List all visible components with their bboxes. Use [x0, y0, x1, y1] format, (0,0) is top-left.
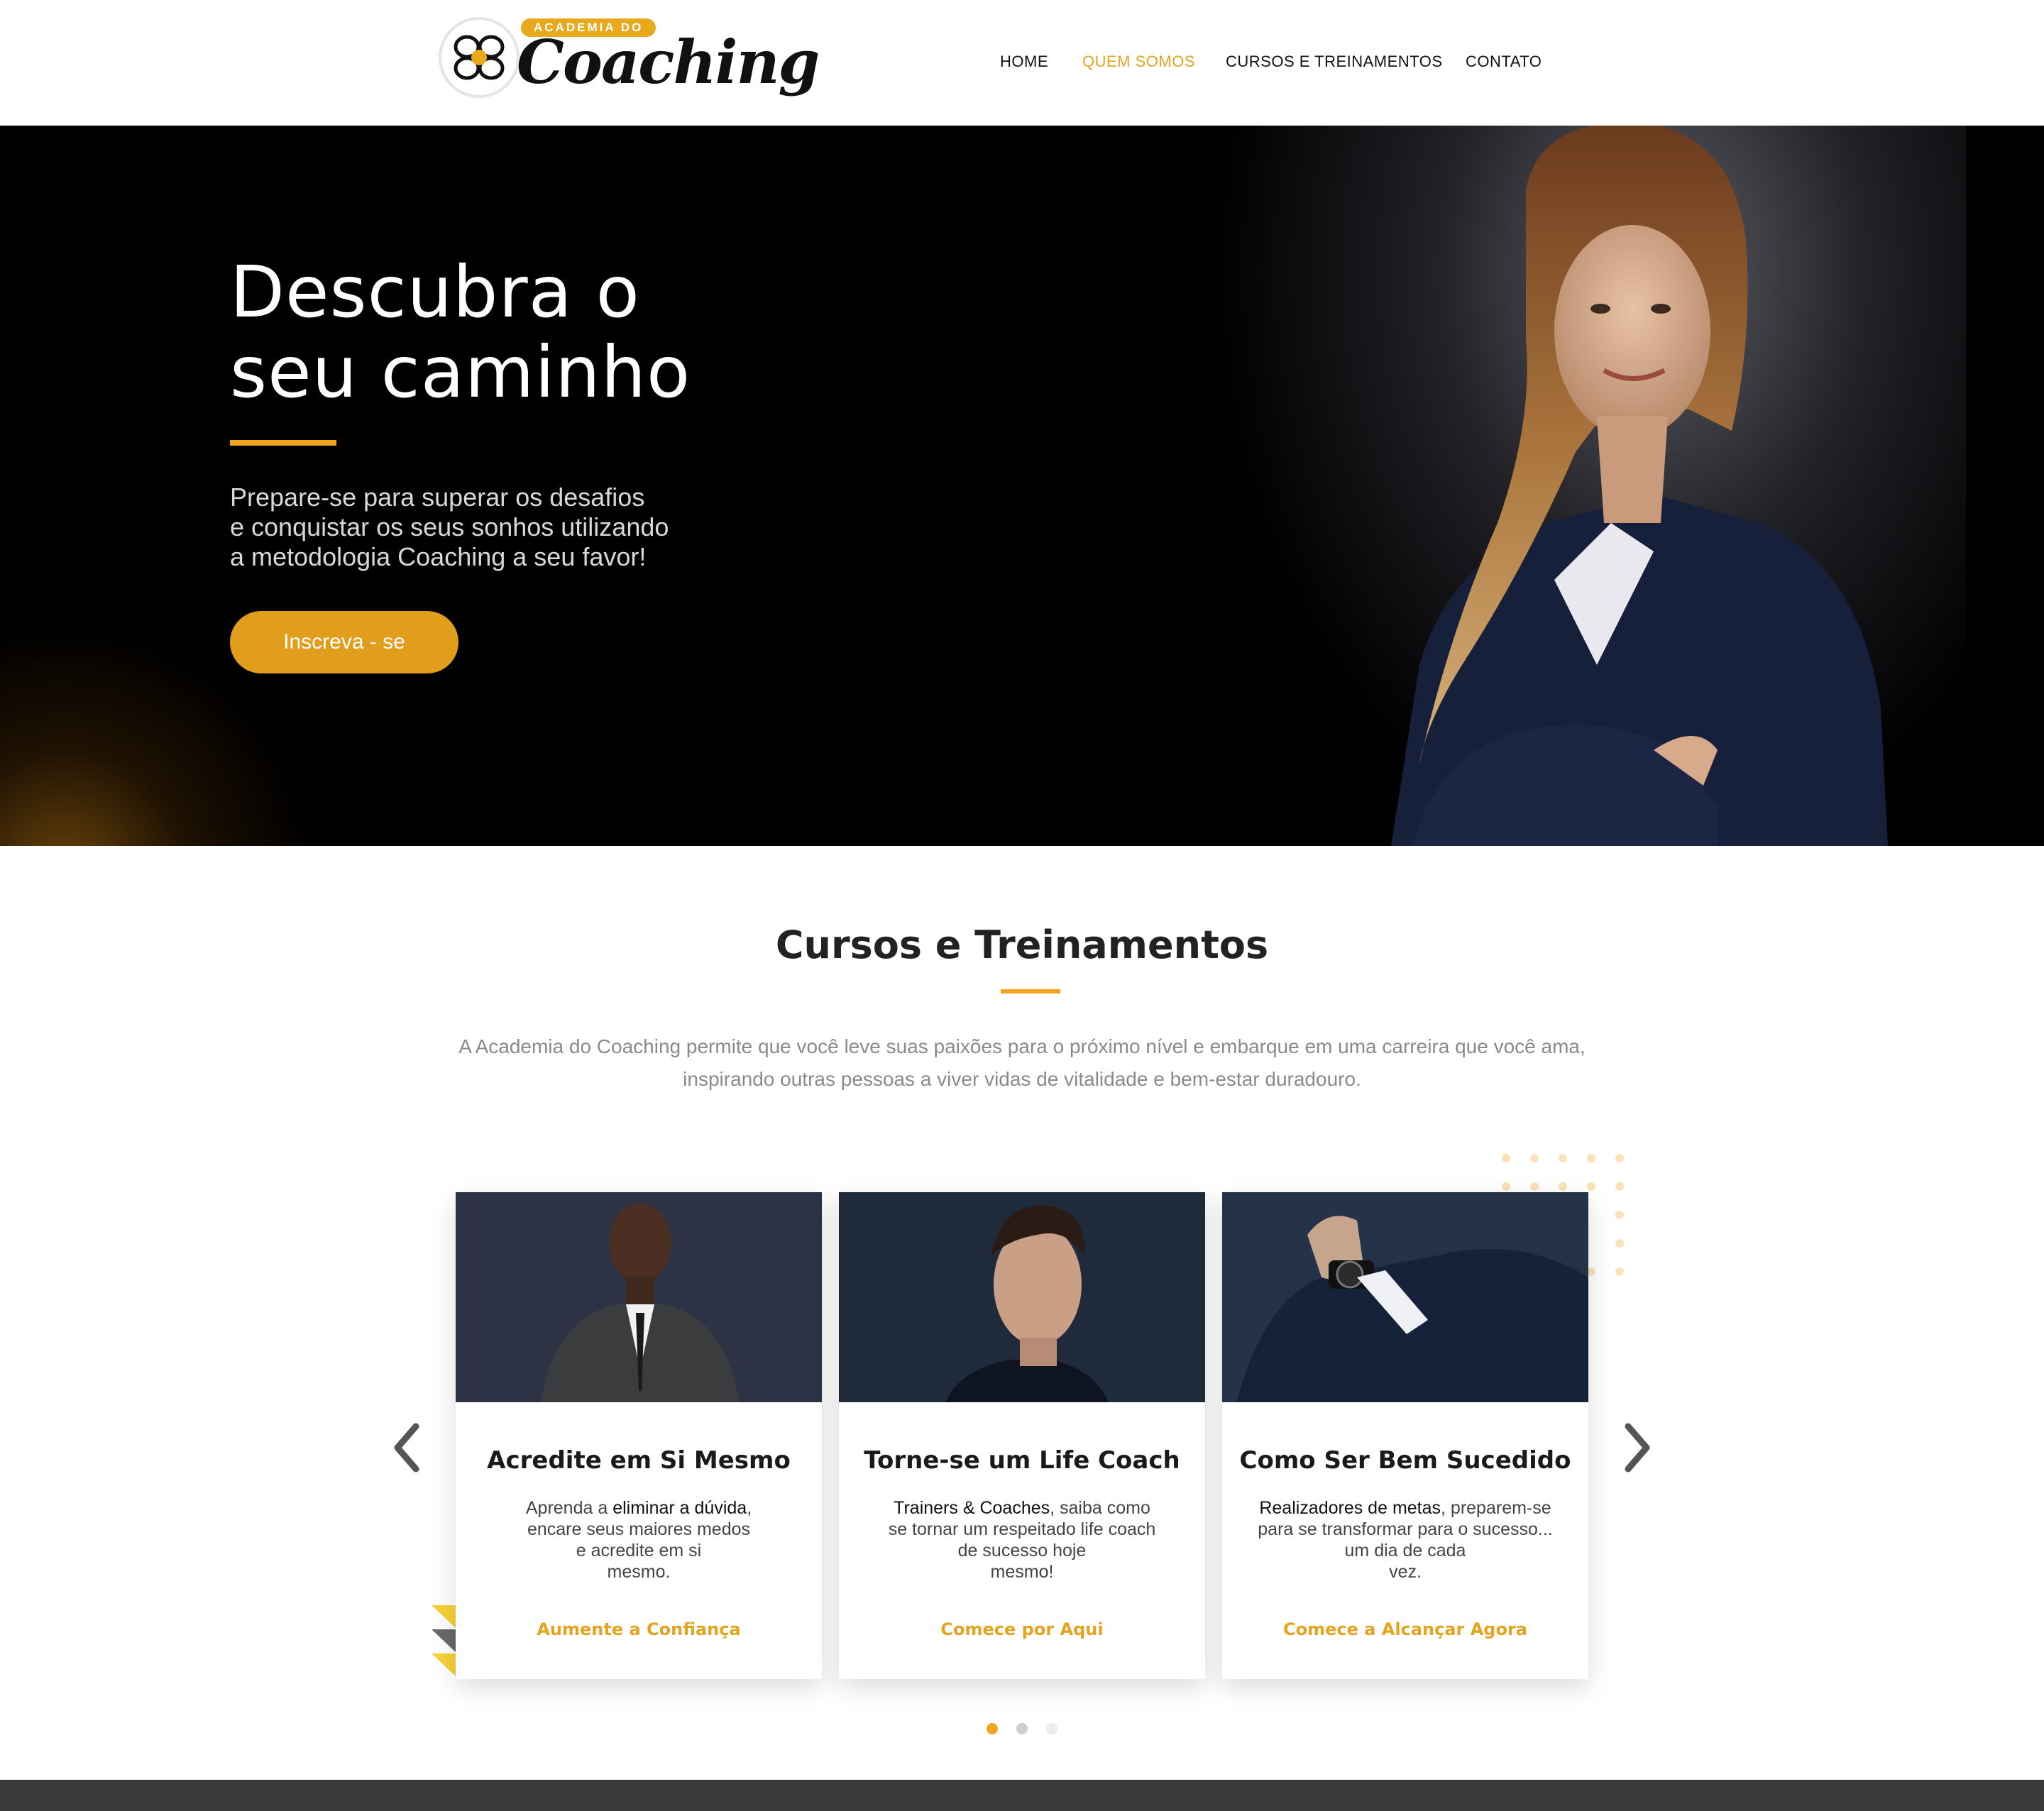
footer-bar — [0, 1780, 2044, 1811]
course-card: Como Ser Bem Sucedido Realizadores de me… — [1222, 1192, 1588, 1679]
course-card-text-line: Trainers & Coaches, saiba como — [874, 1497, 1170, 1519]
courses-title: Cursos e Treinamentos — [775, 923, 1269, 967]
course-card-text-part: , — [747, 1498, 752, 1518]
course-card-title: Acredite em Si Mesmo — [487, 1446, 791, 1475]
course-card-title: Como Ser Bem Sucedido — [1239, 1446, 1571, 1475]
nav-cursos-e-treinamentos[interactable]: CURSOS E TREINAMENTOS — [1226, 53, 1443, 74]
course-card-text-line: se tornar um respeitado life coach — [888, 1519, 1156, 1539]
hero-divider — [230, 440, 336, 446]
logo-emblem — [439, 17, 520, 98]
flower-icon — [454, 35, 505, 80]
course-card-text-part: Aprenda a — [525, 1498, 613, 1518]
hero-subtitle-line: a metodologia Coaching a seu favor! — [230, 542, 647, 571]
course-card-text-line: e acredite em si — [576, 1541, 702, 1560]
course-card-text: Trainers & Coaches, saiba como se tornar… — [874, 1497, 1170, 1582]
site-logo[interactable]: ACADEMIA DO Coaching — [439, 14, 820, 106]
course-card-text-line: para se transformar para o sucesso... — [1258, 1519, 1553, 1539]
site-header: ACADEMIA DO Coaching HOME QUEM SOMOS CUR… — [0, 0, 2044, 126]
carousel-dot-active[interactable] — [987, 1723, 998, 1734]
course-card-text-part: , preparem-se — [1441, 1498, 1551, 1518]
course-card: Torne-se um Life Coach Trainers & Coache… — [839, 1192, 1205, 1679]
course-card-text-emphasis: Realizadores de metas — [1259, 1498, 1441, 1518]
nav-home[interactable]: HOME — [1000, 53, 1048, 74]
triangles-decoration — [432, 1605, 457, 1678]
hero-banner: Descubra o seu caminho Prepare-se para s… — [0, 126, 2044, 846]
course-card-image — [839, 1192, 1205, 1402]
course-card-title: Torne-se um Life Coach — [864, 1446, 1180, 1475]
carousel-dot[interactable] — [1016, 1723, 1028, 1734]
course-card-text-line: um dia de cada — [1344, 1541, 1466, 1560]
course-card-text-line: de sucesso hoje — [957, 1541, 1087, 1560]
course-card-text-line: mesmo. — [607, 1562, 671, 1582]
courses-description-line: inspirando outras pessoas a viver vidas … — [683, 1068, 1361, 1090]
hero-subtitle-line: e conquistar os seus sonhos utilizando — [230, 512, 669, 541]
hero-title: Descubra o seu caminho — [230, 252, 869, 412]
course-card-image — [1222, 1192, 1588, 1402]
hero-subtitle-line: Prepare-se para superar os desafios — [230, 483, 645, 512]
course-card-image — [456, 1192, 822, 1402]
hero-subtitle: Prepare-se para superar os desafios e co… — [230, 483, 798, 572]
chevron-left-icon[interactable] — [389, 1419, 424, 1476]
courses-description-line: A Academia do Coaching permite que você … — [458, 1035, 1586, 1057]
course-card-text-line: Aprenda a eliminar a dúvida, — [491, 1497, 786, 1519]
course-card-link[interactable]: Aumente a Confiança — [456, 1619, 822, 1639]
logo-wordmark: Coaching — [517, 27, 820, 97]
nav-contato[interactable]: CONTATO — [1466, 53, 1542, 74]
courses-divider — [1001, 989, 1060, 993]
course-card-text-emphasis: eliminar a dúvida — [612, 1498, 747, 1518]
course-card-text-line: mesmo! — [990, 1562, 1054, 1582]
course-card-text: Aprenda a eliminar a dúvida, encare seus… — [491, 1497, 786, 1582]
course-card-link[interactable]: Comece a Alcançar Agora — [1222, 1619, 1588, 1639]
courses-description: A Academia do Coaching permite que você … — [0, 1030, 2044, 1096]
chevron-right-icon[interactable] — [1620, 1419, 1655, 1476]
course-card-text-line: encare seus maiores medos — [527, 1519, 751, 1539]
course-card-text-part: , saiba como — [1050, 1498, 1150, 1518]
course-card-text: Realizadores de metas, preparem-se para … — [1258, 1497, 1553, 1582]
nav-quem-somos[interactable]: QUEM SOMOS — [1082, 53, 1195, 74]
subscribe-button[interactable]: Inscreva - se — [230, 611, 458, 673]
course-card-text-emphasis: Trainers & Coaches — [894, 1498, 1050, 1518]
carousel-dot[interactable] — [1046, 1723, 1057, 1734]
course-card-text-line: Realizadores de metas, preparem-se — [1258, 1497, 1553, 1519]
hero-title-line: seu caminho — [230, 331, 691, 414]
course-card-text-line: vez. — [1389, 1562, 1422, 1582]
course-card-link[interactable]: Comece por Aqui — [839, 1619, 1205, 1639]
hero-title-line: Descubra o — [230, 251, 640, 334]
course-card: Acredite em Si Mesmo Aprenda a eliminar … — [456, 1192, 822, 1679]
